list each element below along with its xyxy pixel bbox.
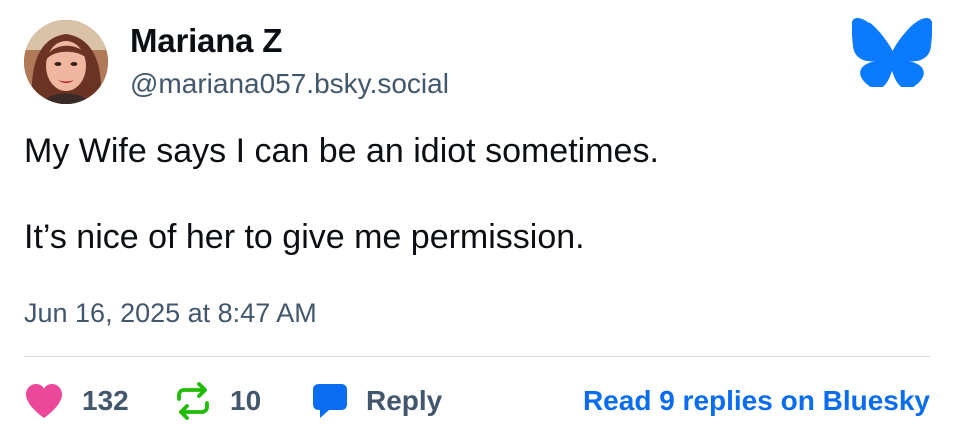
reply-button[interactable]: Reply xyxy=(312,376,442,426)
repost-count: 10 xyxy=(230,385,262,416)
heart-icon xyxy=(24,383,64,419)
like-button[interactable]: 132 xyxy=(24,376,129,426)
read-replies-link[interactable]: Read 9 replies on Bluesky xyxy=(583,376,930,426)
reply-label: Reply xyxy=(366,385,443,416)
avatar-image xyxy=(24,20,108,104)
author-handle[interactable]: @mariana057.bsky.social xyxy=(130,68,449,100)
post-line-1: My Wife says I can be an idiot sometimes… xyxy=(24,132,659,170)
speech-bubble-icon xyxy=(312,382,348,420)
avatar[interactable] xyxy=(24,20,108,104)
action-bar: 132 10 Reply Read 9 replies on Bluesky xyxy=(24,376,930,426)
post-text: My Wife says I can be an idiot sometimes… xyxy=(24,130,924,259)
author-name[interactable]: Mariana Z xyxy=(130,22,282,60)
repost-button[interactable]: 10 xyxy=(174,376,261,426)
like-count: 132 xyxy=(82,385,129,416)
divider xyxy=(24,356,930,357)
repost-icon xyxy=(174,382,212,420)
post-timestamp[interactable]: Jun 16, 2025 at 8:47 AM xyxy=(24,298,317,329)
bluesky-butterfly-icon[interactable] xyxy=(851,17,933,90)
post-embed-card: Mariana Z @mariana057.bsky.social My Wif… xyxy=(0,0,960,437)
post-line-2: It’s nice of her to give me permission. xyxy=(24,218,585,256)
